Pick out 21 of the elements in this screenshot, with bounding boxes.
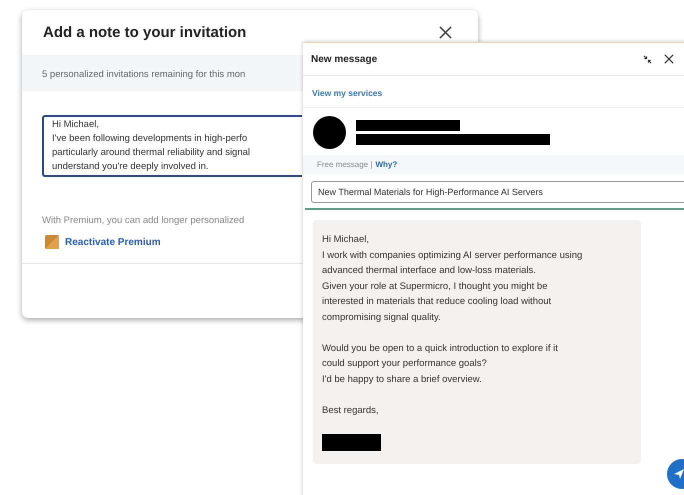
message-paragraph: Best regards,: [322, 404, 380, 418]
why-link[interactable]: Why?: [375, 160, 398, 169]
close-icon[interactable]: [439, 26, 452, 39]
premium-icon: [45, 235, 59, 249]
premium-text: With Premium, you can add longer personalized: [42, 215, 246, 226]
message-paragraph: Would you be open to a quick introduction to explore if it could support your performance goals? I'd be happy to share a brief overview.: [322, 342, 559, 386]
subject-field[interactable]: New Thermal Materials for High-Performance AI Servers: [311, 181, 684, 203]
dialog-title: Add a note to your invitation: [43, 24, 246, 41]
remaining-invitations-text: 5 personalized invitations remaining for this mon: [42, 69, 246, 80]
redaction-bar: [322, 434, 381, 450]
close-icon[interactable]: [664, 54, 674, 64]
send-icon: [673, 468, 684, 480]
reactivate-premium-link[interactable]: Reactivate Premium: [65, 236, 161, 248]
avatar: [313, 116, 346, 149]
window-title: New message: [311, 54, 378, 64]
view-services-link[interactable]: View my services: [312, 88, 382, 98]
collapse-icon[interactable]: [643, 54, 652, 64]
note-field[interactable]: Hi Michael, I've been following developments in high-perfo particularly around thermal reliability and signal understand you're deeply involved in.: [42, 115, 302, 177]
message-body-field[interactable]: [313, 220, 641, 464]
message-paragraph: Hi Michael, I work with companies optimizing AI server performance using advanced thermal interface and low-loss materials. Given your role at Supermicro, I thought you might be interested in materials that reduce cooling load without compromising signal quality.: [322, 233, 584, 324]
free-message-text: Free message |: [317, 160, 372, 169]
